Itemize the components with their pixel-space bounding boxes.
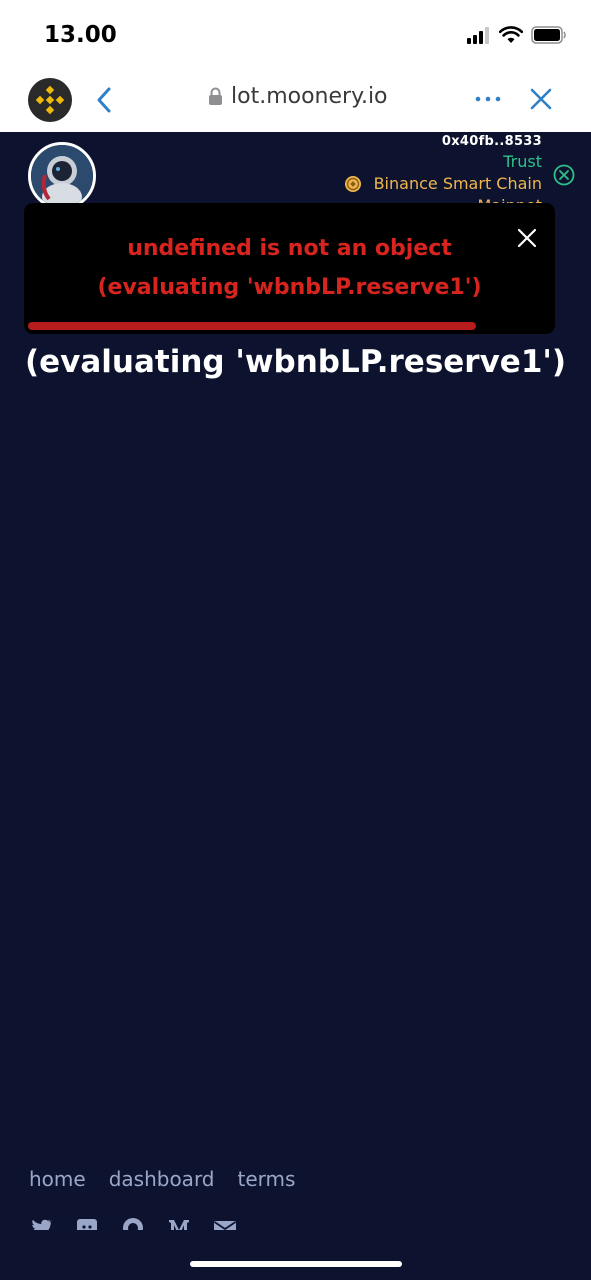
error-toast: undefined is not an object (evaluating '… — [24, 203, 555, 334]
footer-links: home dashboard terms — [29, 1167, 295, 1191]
more-icon[interactable] — [474, 95, 502, 103]
avatar[interactable] — [28, 142, 96, 210]
toast-close-icon[interactable] — [517, 228, 537, 248]
back-icon[interactable] — [94, 86, 114, 114]
close-icon[interactable] — [530, 88, 552, 110]
page-error-text: (evaluating 'wbnbLP.reserve1') — [24, 344, 567, 380]
wallet-name: Trust — [503, 152, 542, 171]
signal-icon — [467, 27, 489, 44]
status-icons — [467, 24, 567, 46]
footer-link-terms[interactable]: terms — [238, 1167, 296, 1191]
dapp-header: 0x40fb..8533 Trust Binance Smart Chain M… — [0, 132, 591, 212]
network-name: Binance Smart Chain — [373, 174, 542, 193]
url-text: lot.moonery.io — [231, 84, 388, 109]
home-indicator — [190, 1261, 402, 1267]
status-time: 13.00 — [44, 22, 117, 48]
battery-icon — [531, 26, 566, 44]
medium-icon[interactable] — [167, 1216, 191, 1230]
status-bar: 13.00 — [0, 0, 591, 70]
toast-message-line1: undefined is not an object — [127, 236, 452, 261]
twitter-icon[interactable] — [29, 1216, 53, 1230]
github-icon[interactable] — [121, 1216, 145, 1230]
footer-link-dashboard[interactable]: dashboard — [109, 1167, 215, 1191]
mail-icon[interactable] — [213, 1216, 237, 1230]
social-links — [29, 1216, 237, 1230]
wallet-address: 0x40fb..8533 — [441, 134, 542, 149]
browser-bar: lot.moonery.io — [0, 70, 591, 132]
disconnect-icon[interactable] — [553, 164, 575, 186]
footer-link-home[interactable]: home — [29, 1167, 86, 1191]
bnb-coin-icon — [344, 175, 361, 192]
toast-message-line2: (evaluating 'wbnbLP.reserve1') — [97, 275, 482, 300]
toast-progress-bar — [28, 322, 476, 330]
address-bar[interactable]: lot.moonery.io — [208, 84, 388, 109]
binance-logo-icon[interactable] — [28, 78, 72, 122]
wifi-icon — [499, 26, 523, 43]
lock-icon — [209, 87, 222, 105]
discord-icon[interactable] — [75, 1216, 99, 1230]
network-row: Binance Smart Chain — [344, 174, 542, 193]
